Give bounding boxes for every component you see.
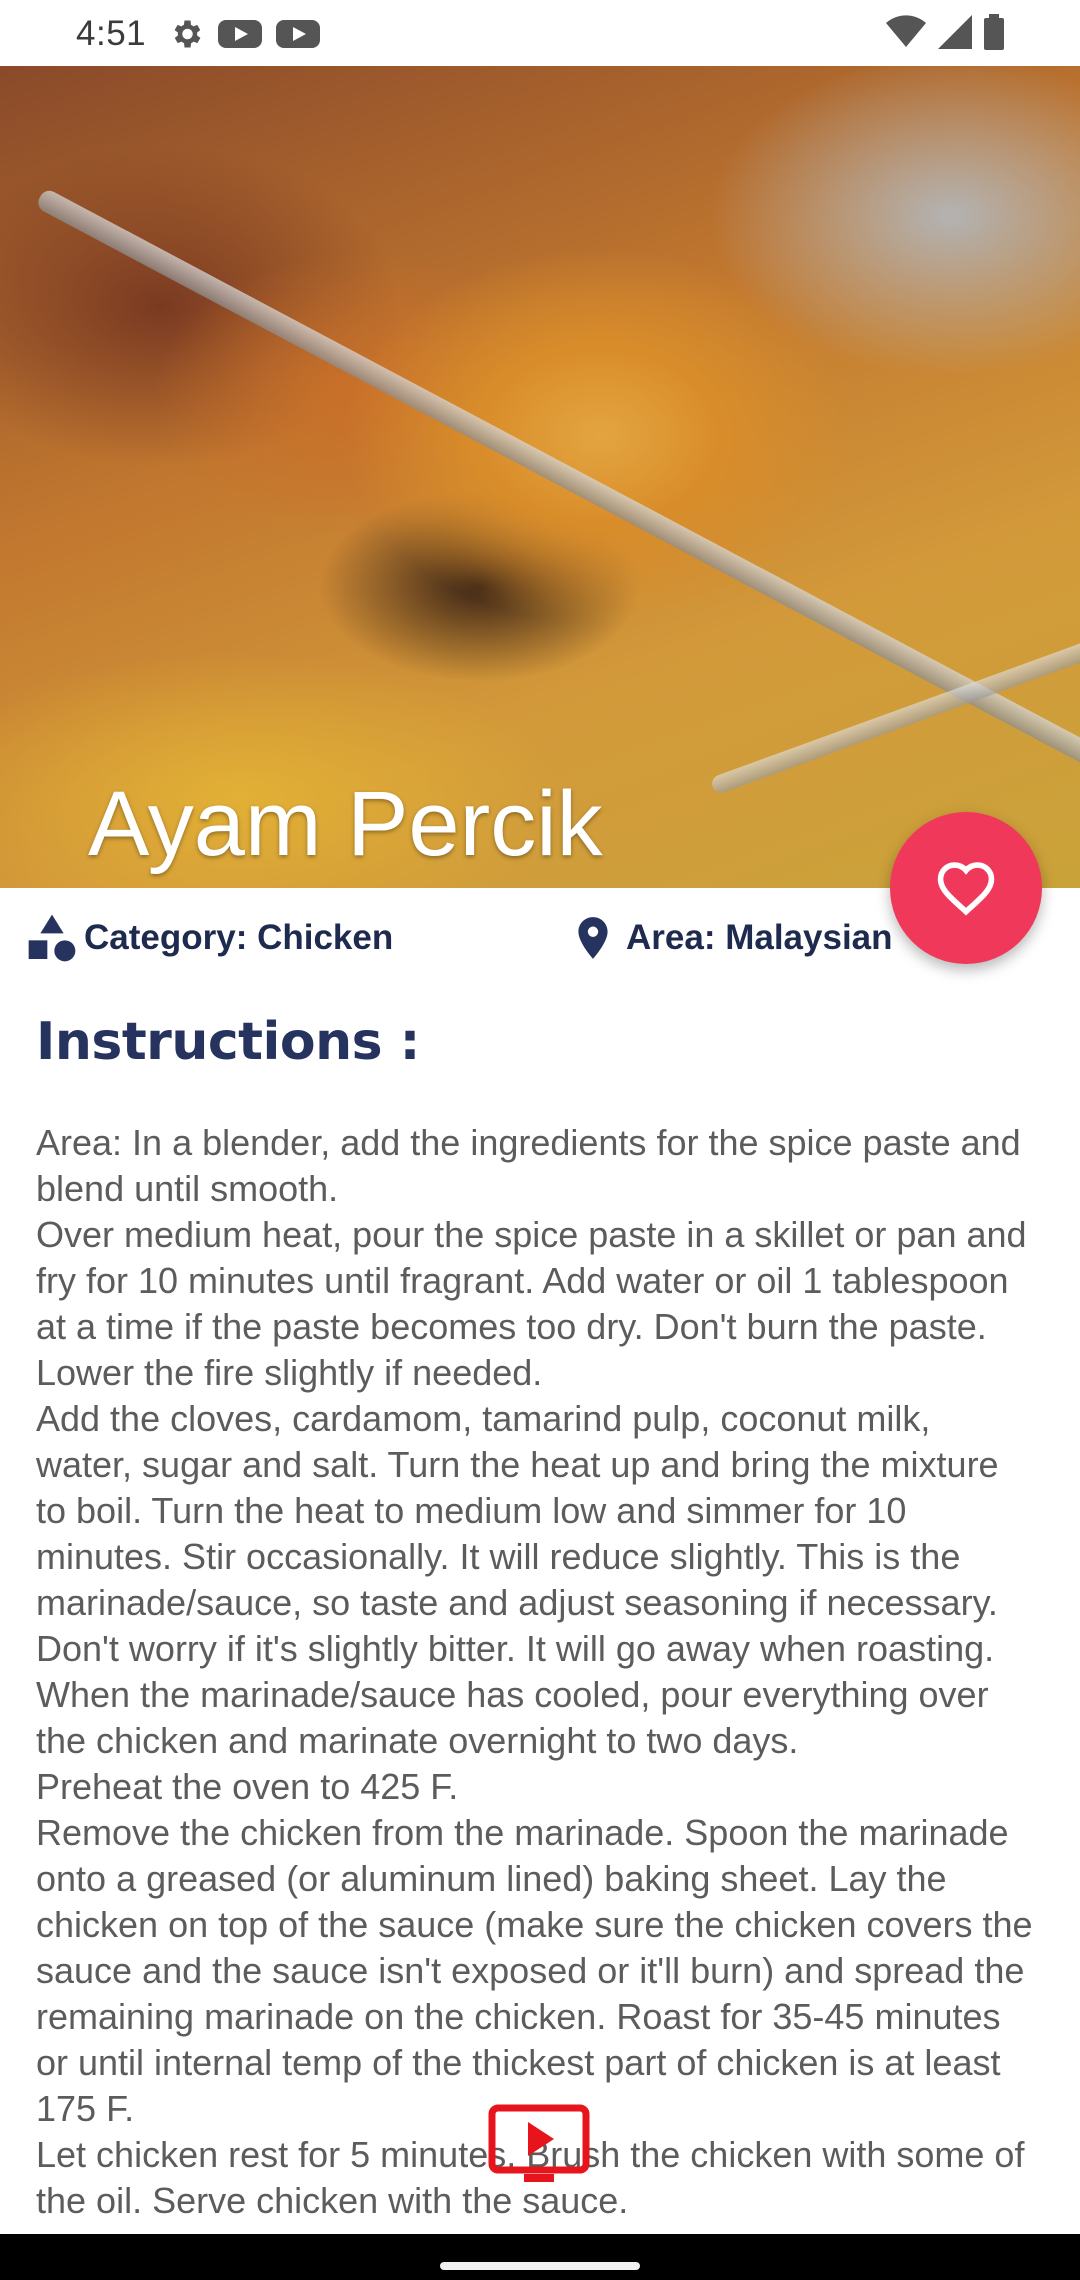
area-label: Area: Malaysian (626, 918, 893, 957)
youtube-icon (276, 20, 320, 48)
status-time: 4:51 (76, 14, 147, 53)
watch-video-button[interactable] (488, 2104, 590, 2186)
status-system-icons (886, 14, 1004, 50)
status-notification-icons (168, 16, 320, 52)
gear-icon (174, 20, 201, 48)
youtube-icon (218, 20, 262, 48)
play-video-icon (488, 2104, 590, 2182)
wifi-icon (886, 15, 926, 47)
area-info: Area: Malaysian (568, 910, 893, 966)
battery-icon (984, 14, 1004, 50)
location-pin-icon (578, 917, 608, 959)
signal-icon (938, 15, 972, 49)
recipe-title: Ayam Percik (88, 773, 603, 875)
instructions-heading: Instructions : (36, 1012, 420, 1072)
instructions-text: Area: In a blender, add the ingredients … (36, 1122, 1033, 2221)
category-label: Category: Chicken (84, 918, 394, 957)
recipe-meta-row: Category: Chicken Area: Malaysian (0, 904, 1080, 970)
status-bar: 4:51 (0, 0, 1080, 66)
recipe-hero-image: Ayam Percik (0, 66, 1080, 888)
category-shapes-icon (28, 914, 76, 962)
home-gesture-handle[interactable] (440, 2262, 640, 2270)
category-info: Category: Chicken (24, 910, 393, 966)
hero-fork-shape (34, 187, 1080, 771)
system-navigation-bar (0, 2234, 1080, 2280)
